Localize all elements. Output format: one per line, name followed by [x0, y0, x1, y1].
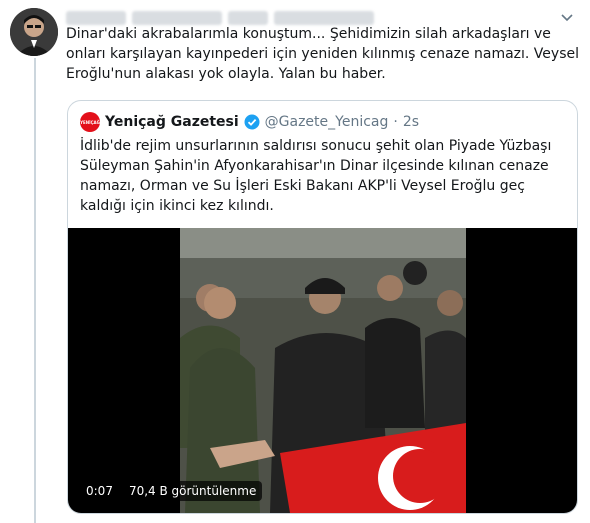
extra-redacted	[274, 11, 374, 25]
quote-header: YENİÇAĞ Yeniçağ Gazetesi @Gazete_Yenicag…	[80, 112, 419, 132]
verified-badge-icon	[244, 114, 260, 130]
quote-author-handle[interactable]: @Gazete_Yenicag	[265, 114, 389, 130]
tweet-text: Dinar'daki akrabalarımla konuştum... Şeh…	[66, 26, 579, 82]
author-handle-redacted	[132, 11, 222, 25]
video-thumbnail	[180, 228, 466, 513]
quote-timestamp[interactable]: 2s	[403, 114, 419, 130]
video-overlay: 0:07 70,4 B görüntülenme	[80, 481, 263, 501]
separator-dot: ·	[393, 114, 398, 130]
video-view-count: 70,4 B görüntülenme	[122, 481, 263, 501]
quote-text: İdlib'de rejim unsurlarının saldırısı so…	[80, 138, 552, 214]
author-name-redacted	[66, 11, 126, 25]
avatar[interactable]	[10, 8, 58, 56]
video-player[interactable]: 0:07 70,4 B görüntülenme	[68, 228, 577, 513]
timestamp-redacted	[228, 11, 268, 25]
video-duration: 0:07	[80, 481, 119, 501]
quote-author-name[interactable]: Yeniçağ Gazetesi	[105, 114, 239, 130]
quote-avatar[interactable]: YENİÇAĞ	[80, 112, 100, 132]
thread-line	[34, 58, 36, 523]
quoted-tweet[interactable]: YENİÇAĞ Yeniçağ Gazetesi @Gazete_Yenicag…	[67, 100, 578, 514]
tweet[interactable]: Dinar'daki akrabalarımla konuştum... Şeh…	[0, 0, 590, 523]
